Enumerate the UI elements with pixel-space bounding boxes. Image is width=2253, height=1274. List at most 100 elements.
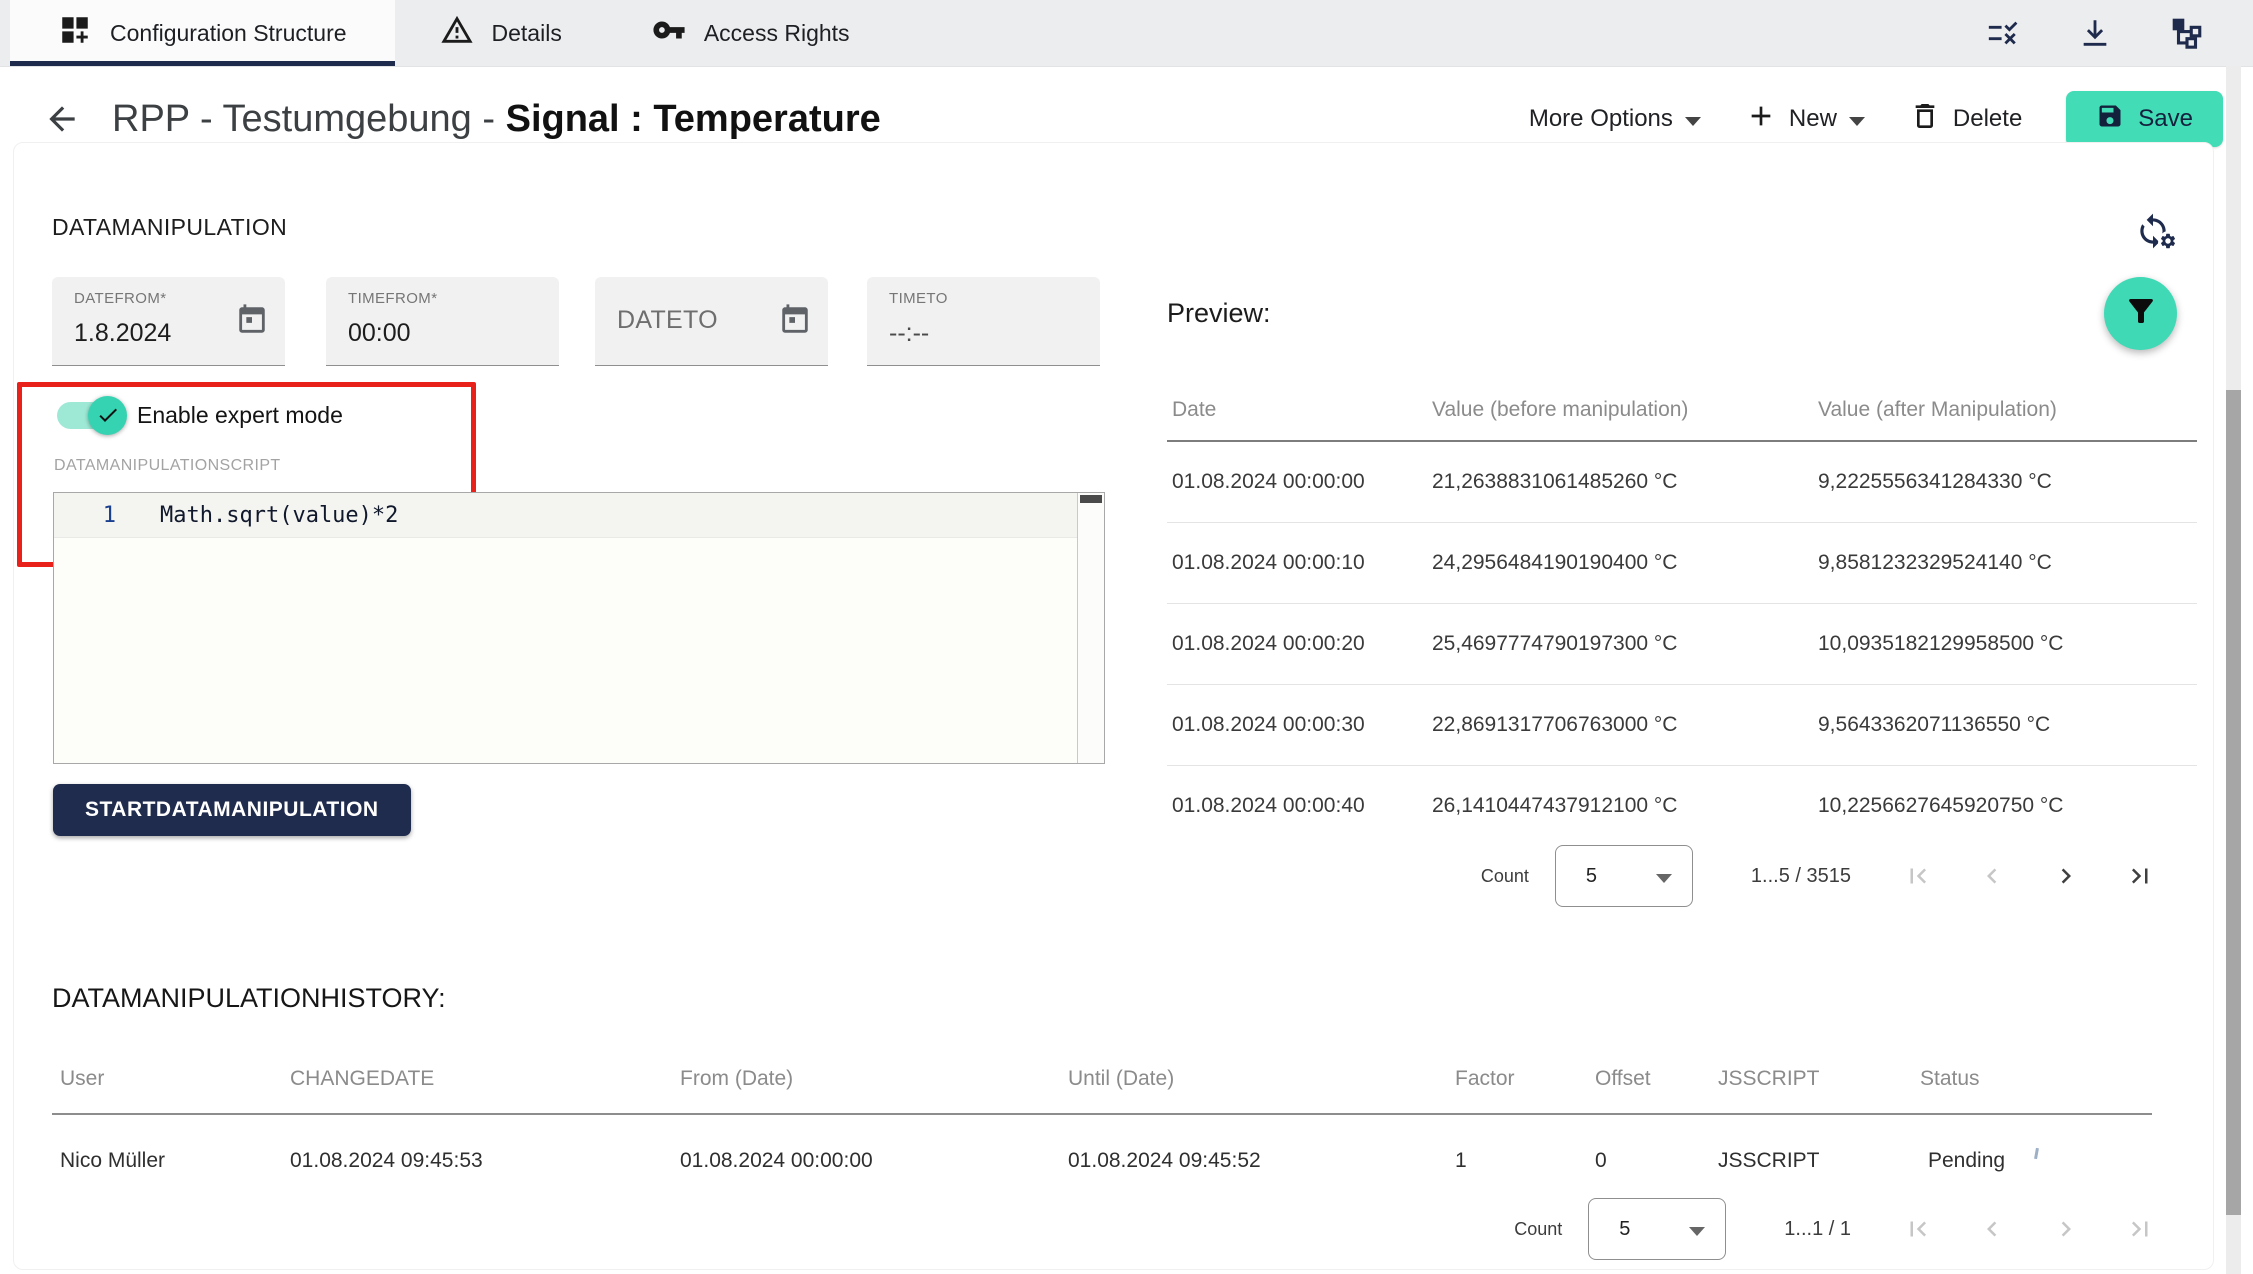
- sync-settings-button[interactable]: [2130, 208, 2178, 256]
- title-prefix: RPP - Testumgebung -: [112, 98, 506, 140]
- section-title-datamanipulation: DATAMANIPULATION: [52, 214, 287, 241]
- tab-label: Configuration Structure: [110, 20, 347, 47]
- previous-page-icon[interactable]: [1977, 861, 2007, 891]
- pagination-nav: [1903, 1214, 2155, 1244]
- col-offset: Offset: [1595, 1067, 1718, 1091]
- preview-table: Date Value (before manipulation) Value (…: [1167, 380, 2197, 846]
- tab-label: Details: [492, 20, 562, 47]
- col-until-date: Until (Date): [1068, 1067, 1455, 1091]
- calendar-icon[interactable]: [235, 303, 269, 342]
- count-select[interactable]: 5: [1588, 1198, 1726, 1260]
- table-row[interactable]: 01.08.2024 00:00:2025,4697774790197300 °…: [1167, 604, 2197, 685]
- save-icon: [2096, 102, 2124, 137]
- expert-mode-row: Enable expert mode: [57, 394, 343, 436]
- expert-mode-toggle[interactable]: [57, 402, 119, 429]
- start-datamanipulation-button[interactable]: STARTDATAMANIPULATION: [53, 784, 411, 836]
- script-label: DATAMANIPULATIONSCRIPT: [54, 457, 281, 475]
- datefrom-label: DATEFROM*: [74, 290, 167, 307]
- timeto-value: --:--: [889, 319, 929, 348]
- datefrom-field[interactable]: DATEFROM* 1.8.2024: [52, 277, 285, 366]
- delete-button[interactable]: Delete: [1909, 100, 2022, 139]
- pagination-nav: [1903, 861, 2155, 891]
- page-range: 1...5 / 3515: [1751, 865, 1851, 888]
- calendar-icon[interactable]: [778, 303, 812, 342]
- count-label: Count: [1514, 1219, 1562, 1240]
- table-row[interactable]: 01.08.2024 00:00:0021,2638831061485260 °…: [1167, 442, 2197, 523]
- first-page-icon[interactable]: [1903, 1214, 1933, 1244]
- tab-access-rights[interactable]: Access Rights: [607, 0, 895, 66]
- schema-icon[interactable]: [2169, 15, 2205, 51]
- last-page-icon[interactable]: [2125, 861, 2155, 891]
- script-editor[interactable]: 1 Math.sqrt(value)*2: [53, 492, 1105, 764]
- tab-details[interactable]: Details: [395, 0, 607, 66]
- page-title: RPP - Testumgebung - Signal : Temperatur…: [112, 98, 881, 141]
- last-page-icon[interactable]: [2125, 1214, 2155, 1244]
- timeto-field[interactable]: TIMETO --:--: [867, 277, 1100, 366]
- dateto-field[interactable]: DATETO: [595, 277, 828, 366]
- more-options-button[interactable]: More Options: [1529, 105, 1701, 133]
- back-arrow-icon[interactable]: [40, 97, 84, 141]
- header-actions: More Options New Delete Save: [1529, 91, 2253, 147]
- timeto-label: TIMETO: [889, 290, 948, 307]
- next-page-icon[interactable]: [2051, 861, 2081, 891]
- page: Configuration Structure Details Access R…: [0, 0, 2253, 1274]
- chevron-down-icon: [1685, 117, 1701, 126]
- warning-icon: [440, 13, 474, 53]
- chevron-down-icon: [1849, 117, 1865, 126]
- plus-icon: [1745, 100, 1777, 139]
- status-indicator: [2034, 1147, 2039, 1158]
- editor-scrollbar-thumb[interactable]: [1080, 495, 1102, 503]
- datefrom-value: 1.8.2024: [74, 319, 171, 348]
- dateto-label: DATETO: [617, 306, 718, 335]
- preview-table-header: Date Value (before manipulation) Value (…: [1167, 380, 2197, 442]
- tab-configuration-structure[interactable]: Configuration Structure: [10, 0, 395, 66]
- col-value-before: Value (before manipulation): [1427, 398, 1813, 422]
- tabbar-actions: [1985, 0, 2253, 66]
- page-scrollbar-thumb[interactable]: [2226, 390, 2241, 1215]
- count-value: 5: [1619, 1218, 1630, 1241]
- preview-pagination: Count 5 1...5 / 3515: [1481, 845, 2155, 907]
- editor-line-1: 1 Math.sqrt(value)*2: [54, 493, 1077, 538]
- col-date: Date: [1167, 398, 1427, 422]
- sync-settings-icon: [2134, 212, 2174, 252]
- tab-bar: Configuration Structure Details Access R…: [0, 0, 2253, 67]
- line-number: 1: [54, 503, 116, 528]
- col-changedate: CHANGEDATE: [290, 1067, 680, 1091]
- col-jsscript: JSSCRIPT: [1718, 1067, 1920, 1091]
- tab-label: Access Rights: [704, 20, 850, 47]
- more-options-label: More Options: [1529, 105, 1673, 133]
- toggle-thumb: [88, 396, 127, 435]
- save-label: Save: [2138, 105, 2193, 133]
- table-row[interactable]: 01.08.2024 00:00:4026,1410447437912100 °…: [1167, 766, 2197, 846]
- preview-title: Preview:: [1167, 298, 1271, 329]
- expert-mode-label: Enable expert mode: [137, 402, 343, 429]
- col-status: Status: [1920, 1067, 2152, 1091]
- table-row[interactable]: Nico Müller 01.08.2024 09:45:53 01.08.20…: [52, 1115, 2152, 1207]
- page-range: 1...1 / 1: [1784, 1218, 1851, 1241]
- new-button[interactable]: New: [1745, 100, 1865, 139]
- chevron-down-icon: [1656, 874, 1672, 883]
- delete-label: Delete: [1953, 105, 2022, 133]
- previous-page-icon[interactable]: [1977, 1214, 2007, 1244]
- filter-button[interactable]: [2104, 277, 2177, 350]
- script-code: Math.sqrt(value)*2: [160, 503, 398, 528]
- download-icon[interactable]: [2077, 15, 2113, 51]
- timefrom-value: 00:00: [348, 319, 411, 348]
- col-value-after: Value (after Manipulation): [1813, 398, 2197, 422]
- count-value: 5: [1586, 865, 1597, 888]
- first-page-icon[interactable]: [1903, 861, 1933, 891]
- count-label: Count: [1481, 866, 1529, 887]
- table-row[interactable]: 01.08.2024 00:00:1024,2956484190190400 °…: [1167, 523, 2197, 604]
- timefrom-field[interactable]: TIMEFROM* 00:00: [326, 277, 559, 366]
- title-emphasis: Signal : Temperature: [506, 98, 881, 140]
- save-button[interactable]: Save: [2066, 91, 2223, 147]
- table-row[interactable]: 01.08.2024 00:00:3022,8691317706763000 °…: [1167, 685, 2197, 766]
- next-page-icon[interactable]: [2051, 1214, 2081, 1244]
- history-table: User CHANGEDATE From (Date) Until (Date)…: [52, 1045, 2152, 1207]
- history-title: DATAMANIPULATIONHISTORY:: [52, 983, 446, 1014]
- history-pagination: Count 5 1...1 / 1: [1514, 1198, 2155, 1260]
- new-label: New: [1789, 105, 1837, 133]
- count-select[interactable]: 5: [1555, 845, 1693, 907]
- editor-scrollbar[interactable]: [1077, 493, 1104, 763]
- rule-icon[interactable]: [1985, 15, 2021, 51]
